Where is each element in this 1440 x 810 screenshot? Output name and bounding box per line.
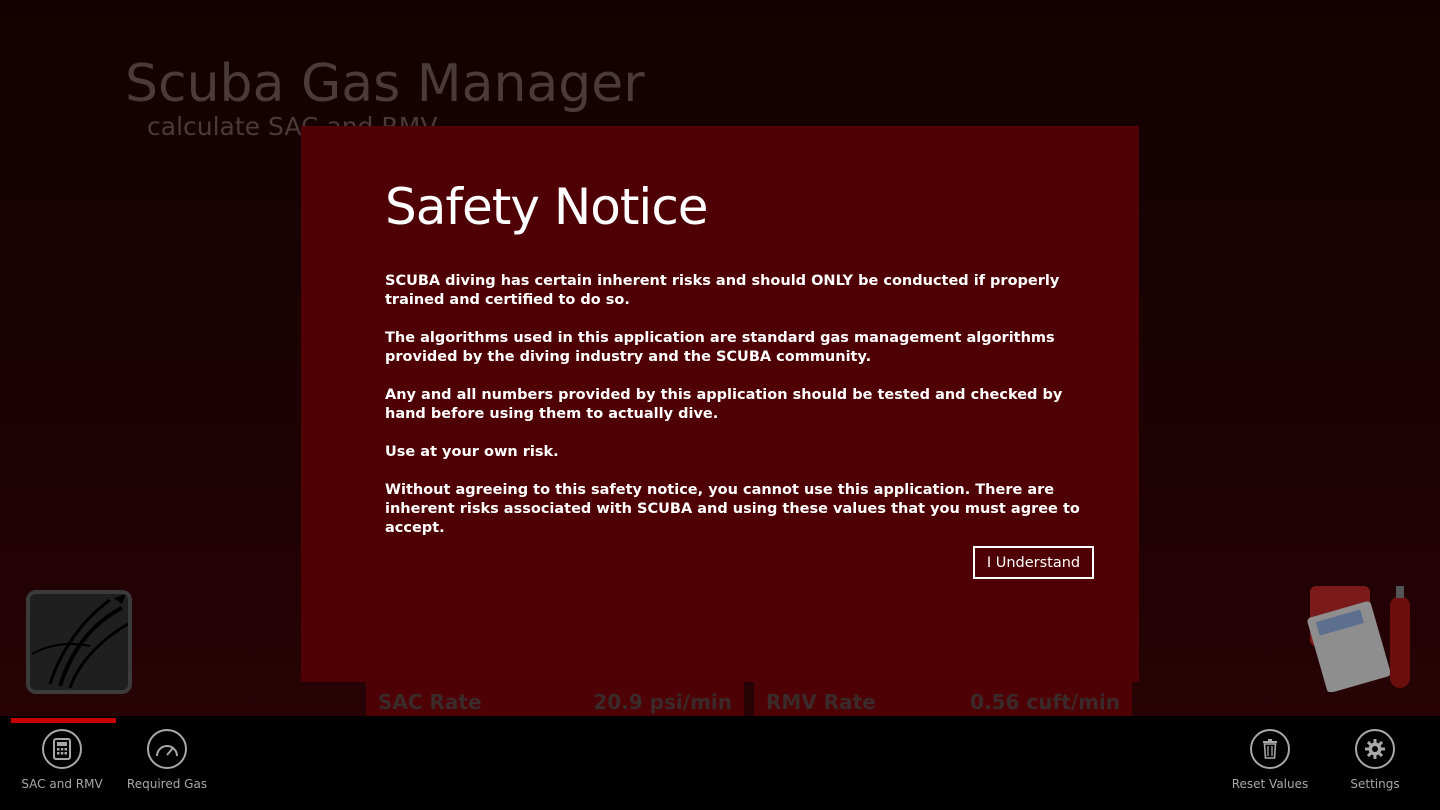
i-understand-button[interactable]: I Understand xyxy=(973,546,1094,579)
notice-paragraph: Any and all numbers provided by this app… xyxy=(385,387,1063,422)
calculator-icon xyxy=(42,729,82,769)
gear-icon xyxy=(1355,729,1395,769)
required-gas-label: Required Gas xyxy=(126,777,208,791)
notice-paragraph: The algorithms used in this application … xyxy=(385,330,1055,365)
app-logo xyxy=(26,590,132,694)
safety-notice-dialog: Safety Notice SCUBA diving has certain i… xyxy=(301,126,1139,682)
dialog-title: Safety Notice xyxy=(385,178,709,236)
reset-values-button[interactable]: Reset Values xyxy=(1220,729,1320,791)
notice-paragraph: Without agreeing to this safety notice, … xyxy=(385,482,1080,536)
gauge-icon xyxy=(147,729,187,769)
sac-and-rmv-label: SAC and RMV xyxy=(21,777,103,791)
settings-button[interactable]: Settings xyxy=(1325,729,1425,791)
notice-paragraph: Use at your own risk. xyxy=(385,444,559,460)
app-window: Scuba Gas Manager calculate SAC and RMV … xyxy=(0,0,1440,810)
selected-indicator xyxy=(11,718,116,723)
required-gas-button[interactable]: Required Gas xyxy=(117,729,217,791)
app-title: Scuba Gas Manager xyxy=(125,54,645,114)
heron-logo-icon xyxy=(30,594,128,690)
notice-paragraph: SCUBA diving has certain inherent risks … xyxy=(385,273,1060,308)
dialog-body: SCUBA diving has certain inherent risks … xyxy=(385,272,1105,557)
calculator-tank-icon xyxy=(1307,586,1410,692)
settings-label: Settings xyxy=(1350,777,1400,791)
sac-and-rmv-button[interactable]: SAC and RMV xyxy=(12,729,112,791)
trash-icon xyxy=(1250,729,1290,769)
reset-values-label: Reset Values xyxy=(1231,777,1309,791)
